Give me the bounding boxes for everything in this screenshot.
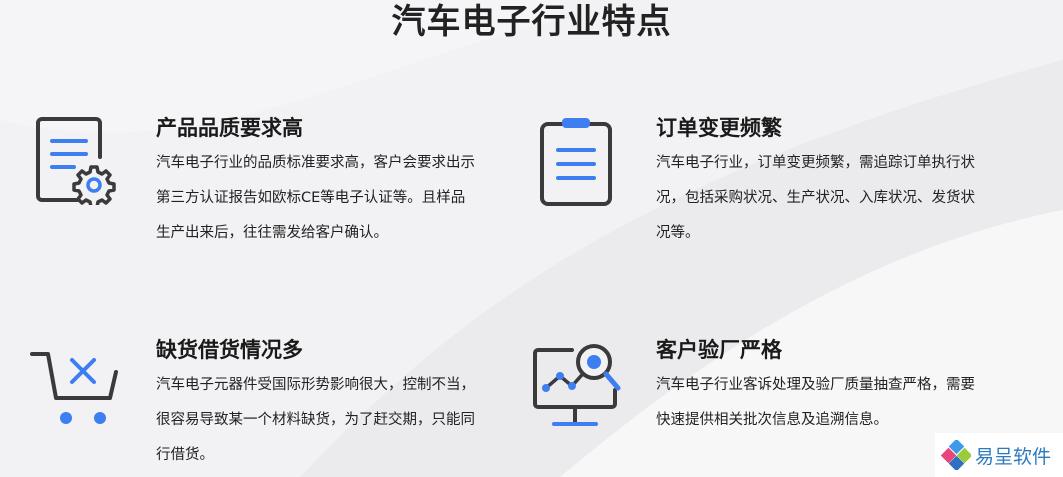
cart-x-icon (30, 352, 118, 424)
feature-description: 汽车电子行业的品质标准要求高，客户会要求出示 第三方认证报告如欧标CE等电子认证… (156, 146, 475, 251)
feature-description: 汽车电子元器件受国际形势影响很大，控制不当， 很容易导致某一个材料缺货，为了赶交… (156, 368, 475, 473)
feature-title: 产品品质要求高 (156, 116, 303, 140)
monitor-chart-magnifier-icon (533, 344, 621, 426)
feature-desc-line: 汽车电子元器件受国际形势影响很大，控制不当， (156, 377, 475, 393)
feature-desc-line: 行借货。 (156, 447, 214, 463)
brand-logo: 易呈软件 (935, 433, 1063, 477)
feature-description: 汽车电子行业，订单变更频繁，需追踪订单执行状 况，包括采购状况、生产状况、入库状… (656, 146, 975, 251)
logo-text: 易呈软件 (975, 445, 1052, 468)
feature-title: 订单变更频繁 (656, 116, 782, 140)
page-title: 汽车电子行业特点 (391, 2, 672, 42)
feature-desc-line: 汽车电子行业，订单变更频繁，需追踪订单执行状 (656, 155, 975, 171)
feature-desc-line: 快速提供相关批次信息及追溯信息。 (656, 412, 888, 428)
feature-title: 缺货借货情况多 (156, 338, 303, 362)
document-gear-icon (36, 117, 116, 205)
clipboard-list-icon (540, 118, 612, 206)
feature-desc-line: 况，包括采购状况、生产状况、入库状况、发货状 (656, 190, 975, 206)
feature-desc-line: 很容易导致某一个材料缺货，为了赶交期，只能同 (156, 412, 475, 428)
feature-desc-line: 生产出来后，往往需发给客户确认。 (156, 225, 388, 241)
logo-mark-icon (941, 440, 971, 470)
feature-desc-line: 汽车电子行业客诉处理及验厂质量抽查严格，需要 (656, 377, 975, 393)
feature-title: 客户验厂严格 (656, 338, 782, 362)
feature-desc-line: 况等。 (656, 225, 700, 241)
feature-description: 汽车电子行业客诉处理及验厂质量抽查严格，需要 快速提供相关批次信息及追溯信息。 (656, 368, 975, 438)
feature-desc-line: 汽车电子行业的品质标准要求高，客户会要求出示 (156, 155, 475, 171)
feature-desc-line: 第三方认证报告如欧标CE等电子认证等。且样品 (156, 190, 466, 206)
